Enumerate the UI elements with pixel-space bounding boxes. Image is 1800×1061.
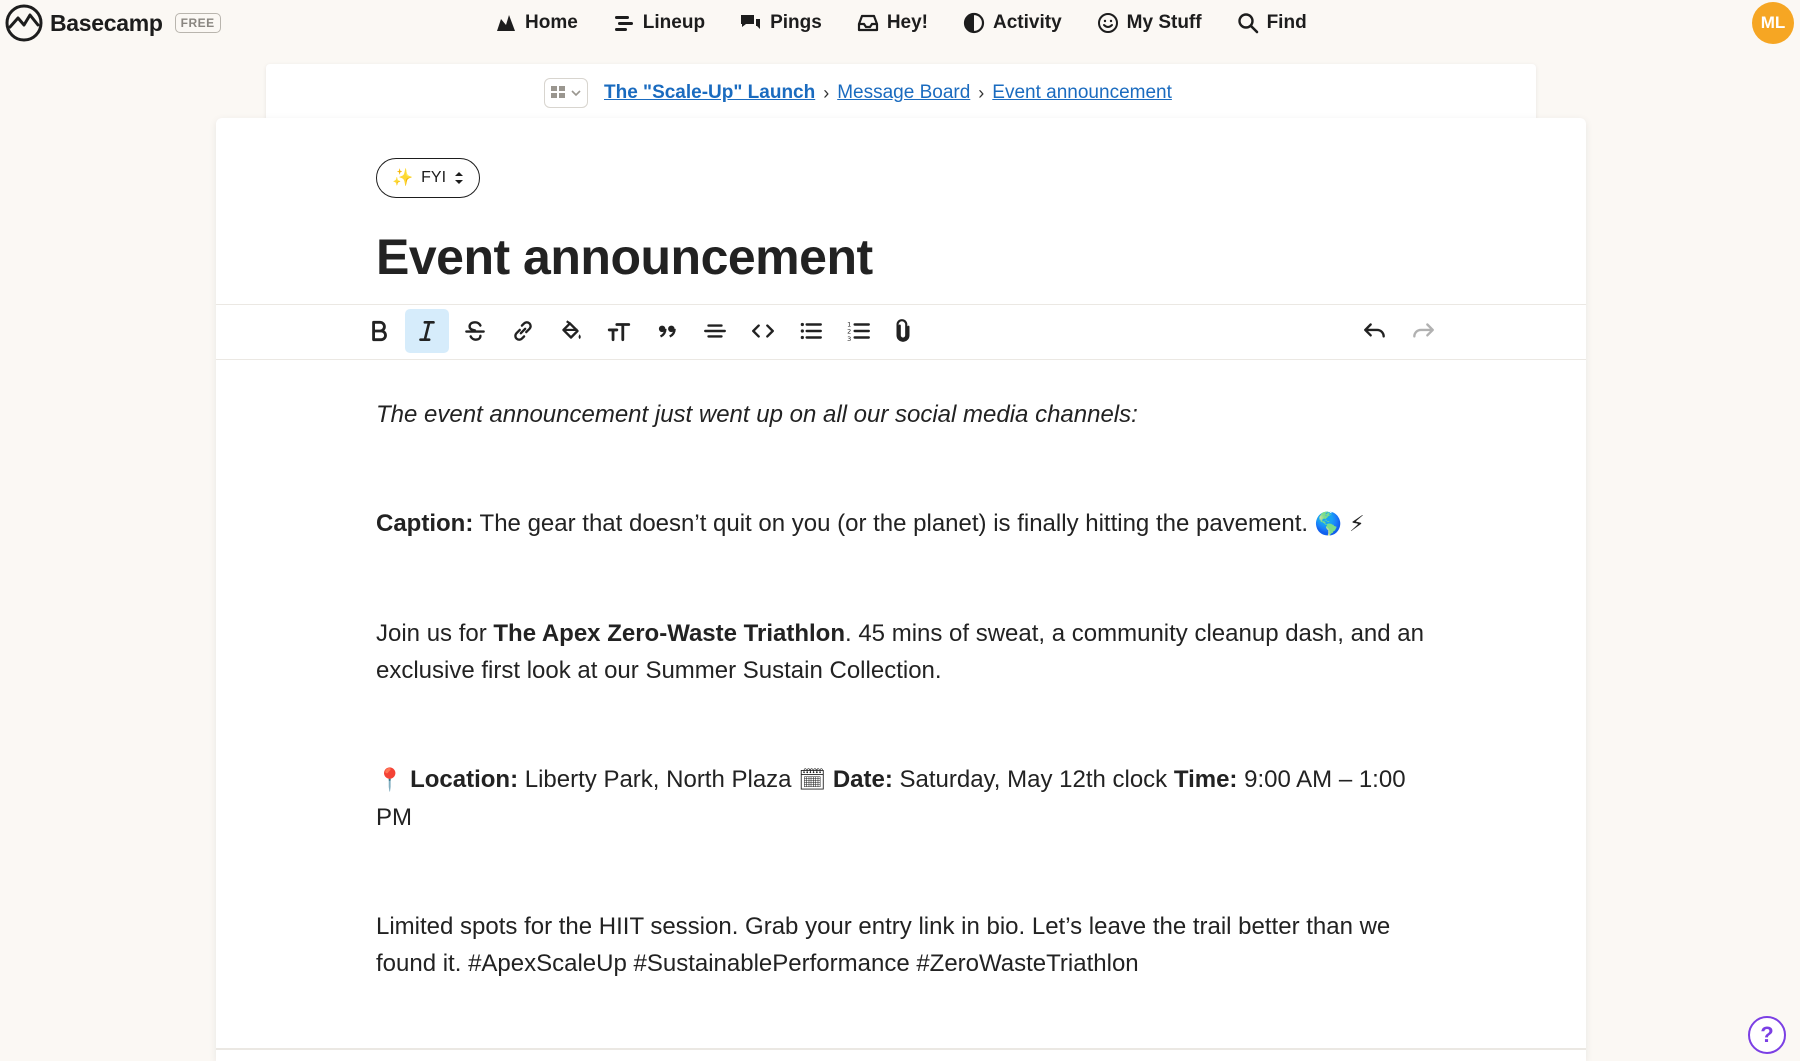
- strikethrough-icon: [465, 321, 485, 341]
- highlight-button[interactable]: [549, 309, 593, 353]
- divider: [216, 1048, 1586, 1050]
- caption-text: The gear that doesn’t quit on you (or th…: [473, 510, 1315, 537]
- numbered-list-icon: 123: [847, 321, 870, 343]
- plan-badge: FREE: [174, 13, 221, 33]
- date-value: Saturday, May 12th clock: [892, 766, 1174, 793]
- bullet-list-button[interactable]: [789, 309, 833, 353]
- activity-icon: [963, 12, 985, 34]
- bold-icon: [372, 320, 387, 342]
- inbox-icon: [857, 14, 878, 32]
- pings-icon: [741, 15, 761, 29]
- closing-paragraph: Limited spots for the HIIT session. Grab…: [376, 913, 1391, 977]
- nav-find[interactable]: Find: [1236, 11, 1307, 35]
- nav-activity[interactable]: Activity: [962, 11, 1062, 35]
- nav-pings-label: Pings: [770, 12, 822, 33]
- grid-icon: [551, 86, 565, 98]
- message-title-input[interactable]: Event announcement: [376, 228, 873, 286]
- top-navigation: Basecamp FREE Home Lineup Pings Hey! Act…: [0, 0, 1800, 46]
- details-paragraph: 📍 Location: Liberty Park, North Plaza 🗓 …: [376, 761, 1436, 836]
- nav-activity-label: Activity: [993, 12, 1062, 33]
- time-label: Time:: [1173, 766, 1238, 793]
- code-icon: [752, 324, 774, 338]
- link-button[interactable]: [501, 309, 545, 353]
- globe-lightning-emoji: 🌎 ⚡: [1314, 512, 1365, 537]
- main-nav: Home Lineup Pings Hey! Activity My Stuff…: [494, 6, 1307, 40]
- quote-button[interactable]: [645, 309, 689, 353]
- svg-text:3: 3: [847, 335, 851, 343]
- redo-icon: [1413, 323, 1434, 338]
- text-size-icon: [607, 323, 631, 342]
- horizontal-rule-icon: [704, 324, 726, 338]
- chevron-down-icon: [571, 90, 581, 97]
- nav-my-stuff[interactable]: My Stuff: [1096, 11, 1202, 35]
- breadcrumb-message-board-link[interactable]: Message Board: [837, 82, 970, 104]
- paint-bucket-icon: [562, 320, 581, 340]
- nav-lineup-label: Lineup: [642, 12, 706, 33]
- divider-button[interactable]: [693, 309, 737, 353]
- event-name: The Apex Zero-Waste Triathlon: [493, 620, 845, 647]
- italic-icon: [419, 321, 435, 341]
- smiley-icon: [1097, 13, 1118, 33]
- search-icon: [1237, 13, 1258, 34]
- undo-icon: [1364, 323, 1385, 338]
- undo-button[interactable]: [1353, 309, 1397, 353]
- nav-lineup[interactable]: Lineup: [612, 11, 705, 35]
- numbered-list-button[interactable]: 123: [837, 309, 881, 353]
- bold-button[interactable]: [357, 309, 401, 353]
- join-prefix: Join us for: [376, 620, 494, 647]
- location-value: Liberty Park, North Plaza: [518, 766, 799, 793]
- quote-icon: [658, 325, 676, 338]
- breadcrumb-card: The "Scale-Up" Launch › Message Board › …: [266, 64, 1536, 124]
- link-icon: [514, 321, 532, 341]
- nav-hey-label: Hey!: [886, 12, 928, 33]
- breadcrumb-separator: ›: [978, 82, 985, 103]
- nav-home[interactable]: Home: [494, 11, 578, 35]
- home-icon: [497, 15, 515, 31]
- caption-paragraph: Caption: The gear that doesn’t quit on y…: [376, 505, 1436, 543]
- bullet-list-icon: [800, 322, 822, 340]
- heading-button[interactable]: [597, 309, 641, 353]
- caption-label: Caption:: [376, 510, 474, 537]
- italic-button[interactable]: [405, 309, 449, 353]
- basecamp-logo-icon: [5, 4, 43, 42]
- help-button[interactable]: ?: [1748, 1016, 1786, 1054]
- basecamp-logo[interactable]: Basecamp FREE: [4, 4, 221, 42]
- message-editor-card: ✨ FYI Event announcement 1 2 3 The event…: [216, 118, 1586, 1061]
- breadcrumb-project-link[interactable]: The "Scale-Up" Launch: [604, 82, 815, 104]
- nav-find-label: Find: [1266, 12, 1307, 33]
- formatting-toolbar: 123: [216, 304, 1586, 360]
- nav-hey[interactable]: Hey!: [856, 11, 928, 35]
- date-label: Date:: [832, 766, 893, 793]
- paperclip-icon: [896, 319, 910, 342]
- nav-home-label: Home: [525, 12, 578, 33]
- nav-pings[interactable]: Pings: [739, 11, 822, 35]
- sparkles-icon: ✨: [391, 168, 414, 187]
- nav-my-stuff-label: My Stuff: [1126, 12, 1202, 33]
- calendar-emoji: 🗓: [798, 768, 827, 793]
- project-switcher-button[interactable]: [544, 78, 588, 108]
- avatar[interactable]: ML: [1752, 2, 1794, 44]
- category-label: FYI: [421, 169, 447, 186]
- message-body-editor[interactable]: The event announcement just went up on a…: [376, 396, 1436, 1054]
- category-select[interactable]: ✨ FYI: [376, 158, 480, 198]
- strikethrough-button[interactable]: [453, 309, 497, 353]
- breadcrumb: The "Scale-Up" Launch › Message Board › …: [544, 78, 1172, 108]
- breadcrumb-separator: ›: [823, 82, 830, 103]
- up-down-chevron-icon: [455, 172, 464, 184]
- location-label: Location:: [410, 766, 519, 793]
- intro-paragraph: The event announcement just went up on a…: [376, 401, 1138, 428]
- lineup-icon: [614, 16, 633, 31]
- pin-emoji: 📍: [376, 768, 404, 793]
- code-button[interactable]: [741, 309, 785, 353]
- redo-button[interactable]: [1401, 309, 1445, 353]
- attach-file-button[interactable]: [881, 309, 925, 353]
- event-paragraph: Join us for The Apex Zero-Waste Triathlo…: [376, 615, 1436, 689]
- breadcrumb-current-link[interactable]: Event announcement: [992, 82, 1172, 104]
- brand-name: Basecamp: [50, 9, 163, 36]
